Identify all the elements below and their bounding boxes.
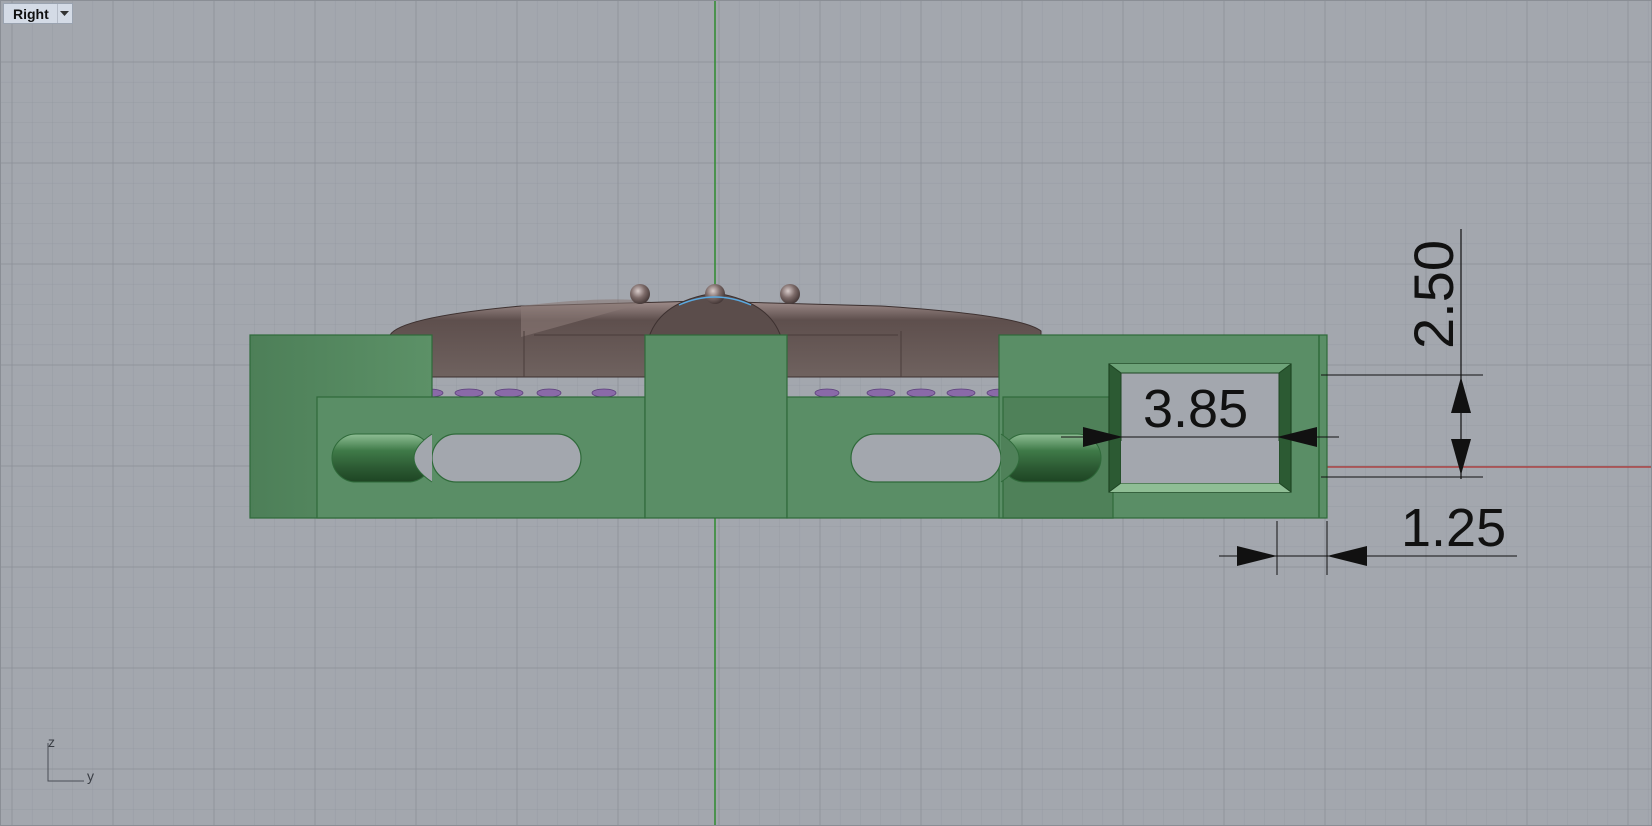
viewport-canvas[interactable]: 2.50 3.85 1.25 z y: [1, 1, 1652, 826]
axis-triad: z y: [47, 734, 94, 784]
right-viewport[interactable]: 2.50 3.85 1.25 z y Right: [0, 0, 1652, 826]
slot-left: [331, 433, 582, 483]
dimension-3-85-label: 3.85: [1143, 379, 1248, 439]
bead-center: [705, 284, 725, 304]
axis-z-label: z: [48, 734, 55, 750]
dimension-2-50-label: 2.50: [1402, 240, 1465, 349]
center-post: [644, 334, 788, 519]
viewport-title-tab[interactable]: Right: [3, 3, 73, 24]
axis-y-label: y: [87, 768, 94, 784]
chevron-down-icon[interactable]: [56, 4, 72, 23]
slot-right: [850, 433, 1102, 483]
bead-left: [630, 284, 650, 304]
viewport-title[interactable]: Right: [4, 4, 57, 23]
bead-right: [780, 284, 800, 304]
dimension-1-25-label: 1.25: [1401, 498, 1506, 558]
